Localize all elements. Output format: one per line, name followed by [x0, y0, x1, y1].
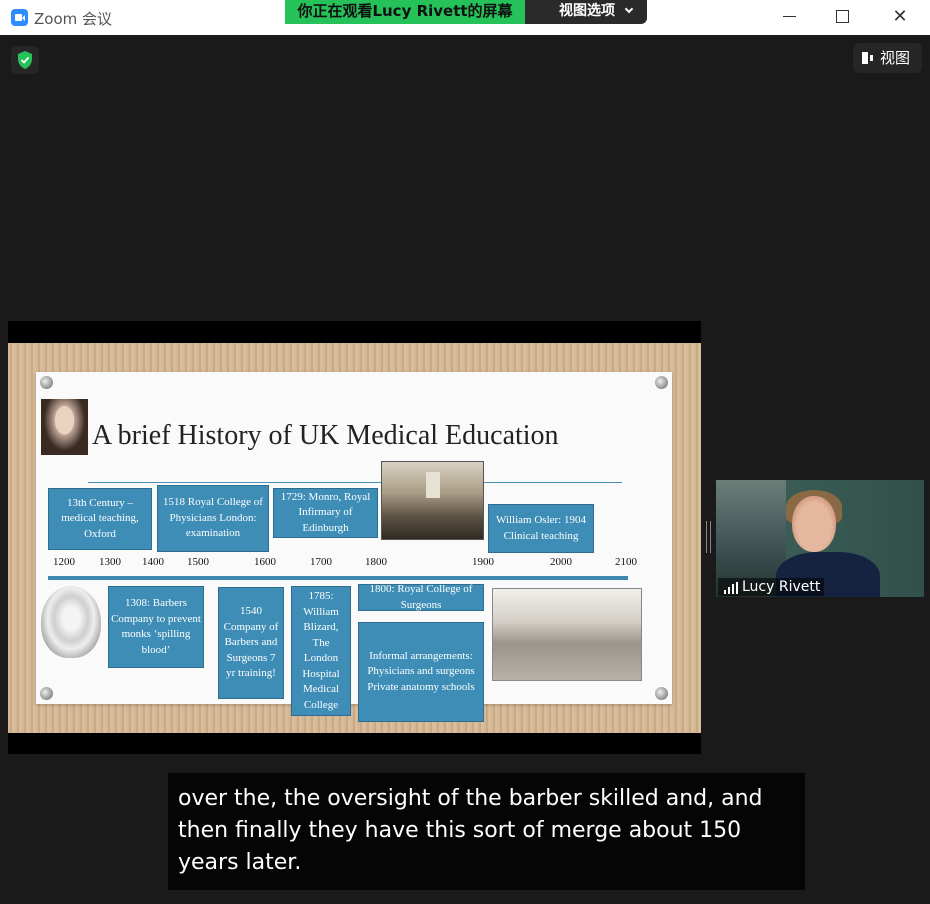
- view-button-label: 视图: [880, 49, 911, 67]
- timeline-year: 1800: [365, 556, 387, 568]
- slide-card: A brief History of UK Medical Education …: [36, 372, 672, 722]
- pin-icon: [40, 376, 53, 389]
- maximize-button[interactable]: [829, 5, 857, 29]
- timeline-box-rcp: 1518 Royal College of Physicians London:…: [157, 485, 269, 552]
- timeline-box-blizard: 1785: William Blizard, The London Hospit…: [291, 586, 351, 716]
- pin-icon: [655, 687, 668, 700]
- chevron-down-icon: [624, 4, 634, 14]
- shared-screen: A brief History of UK Medical Education …: [8, 321, 701, 754]
- hospital-engraving-image: [492, 588, 642, 681]
- timeline-box-barbers-1308: 1308: Barbers Company to prevent monks ‘…: [108, 586, 204, 668]
- view-button[interactable]: 视图: [853, 43, 922, 73]
- pin-icon: [40, 687, 53, 700]
- close-button[interactable]: ✕: [886, 5, 914, 29]
- title-divider: [88, 482, 622, 483]
- zoom-app-icon: [11, 9, 28, 26]
- timeline-year: 2000: [550, 556, 572, 568]
- signal-strength-icon: [724, 582, 738, 594]
- view-layout-icon: [862, 52, 874, 64]
- shield-check-icon[interactable]: [11, 46, 39, 74]
- screen-share-banner: 你正在观看Lucy Rivett的屏幕: [285, 0, 525, 24]
- timeline-box-monro: 1729: Monro, Royal Infirmary of Edinburg…: [273, 488, 378, 538]
- brain-anatomy-image: [41, 586, 101, 658]
- timeline-year: 1900: [472, 556, 494, 568]
- window-titlebar: Zoom 会议 你正在观看Lucy Rivett的屏幕 视图选项 ✕: [0, 0, 930, 35]
- participant-name-label: Lucy Rivett: [718, 578, 825, 596]
- portrait-image: [41, 399, 88, 455]
- timeline-box-informal: Informal arrangements: Physicians and su…: [358, 622, 484, 722]
- timeline-year: 1300: [99, 556, 121, 568]
- view-options-label: 视图选项: [559, 3, 615, 19]
- timeline-year: 1700: [310, 556, 332, 568]
- timeline-year: 1400: [142, 556, 164, 568]
- timeline-box-oxford: 13th Century – medical teaching, Oxford: [48, 488, 152, 550]
- timeline-year: 2100: [615, 556, 637, 568]
- timeline-bar: [48, 576, 628, 580]
- live-caption: over the, the oversight of the barber sk…: [168, 773, 805, 890]
- timeline-box-barbers-1540: 1540 Company of Barbers and Surgeons 7 y…: [218, 587, 284, 699]
- corkboard-background: A brief History of UK Medical Education …: [8, 343, 701, 733]
- window-title: Zoom 会议: [34, 10, 113, 28]
- minimize-button[interactable]: [776, 5, 804, 29]
- view-options-button[interactable]: 视图选项: [525, 0, 647, 24]
- video-person: [792, 496, 836, 552]
- timeline-year: 1200: [53, 556, 75, 568]
- timeline-year: 1500: [187, 556, 209, 568]
- pin-icon: [655, 376, 668, 389]
- timeline-box-osler: William Osler: 1904 Clinical teaching: [488, 504, 594, 553]
- slide-title: A brief History of UK Medical Education: [92, 420, 559, 451]
- timeline-box-rcs: 1800: Royal College of Surgeons: [358, 583, 484, 611]
- panel-resize-handle[interactable]: [706, 521, 711, 553]
- participant-name: Lucy Rivett: [742, 579, 821, 595]
- timeline-year: 1600: [254, 556, 276, 568]
- operating-theatre-image: [381, 461, 484, 540]
- participant-video-tile[interactable]: Lucy Rivett: [716, 480, 924, 597]
